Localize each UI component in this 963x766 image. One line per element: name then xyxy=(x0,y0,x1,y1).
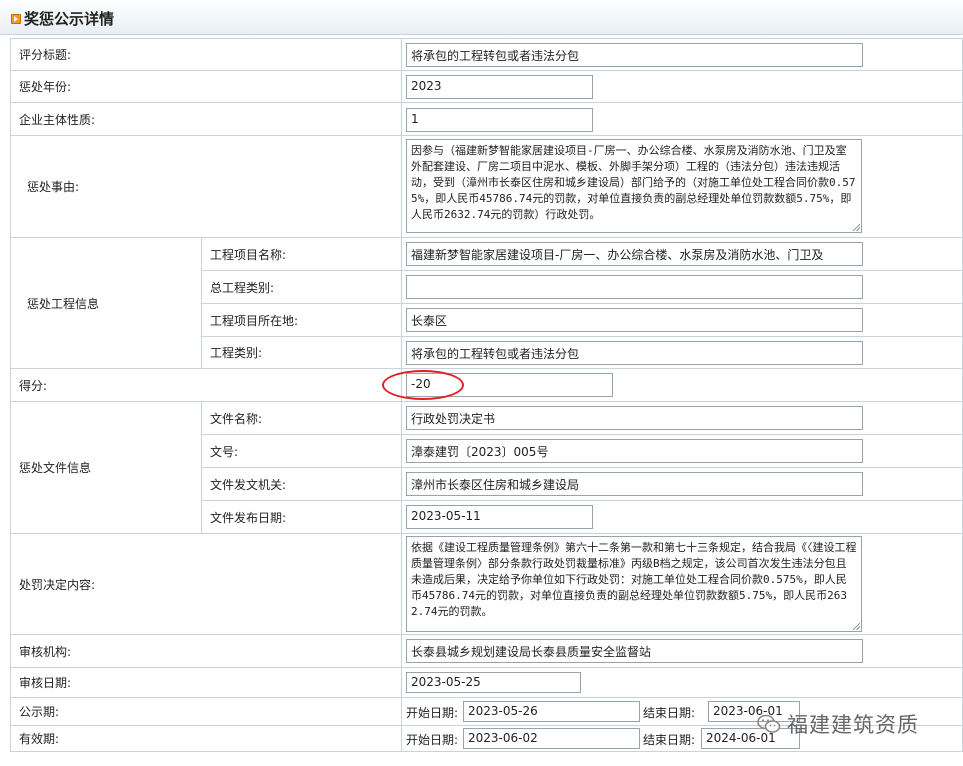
page-title: 奖惩公示详情 xyxy=(24,10,115,28)
validity-start-field[interactable]: 2023-06-02 xyxy=(463,728,640,749)
label-score-cell: 得分: xyxy=(10,368,402,402)
label-review-date-cell: 审核日期: xyxy=(10,667,402,698)
validity-end-label: 结束日期: xyxy=(643,733,696,747)
label-doc-org-cell: 文件发文机关: xyxy=(201,467,402,501)
label-doc-name-cell: 文件名称: xyxy=(201,401,402,435)
label-project-name-cell: 工程项目名称: xyxy=(201,237,402,271)
label-project-info: 惩处工程信息 xyxy=(27,296,100,311)
doc-name-field[interactable]: 行政处罚决定书 xyxy=(406,406,863,430)
type-field[interactable]: 将承包的工程转包或者违法分包 xyxy=(406,341,863,365)
score-highlight-circle xyxy=(382,370,464,400)
reason-textarea[interactable]: 因参与（福建新梦智能家居建设项目-厂房一、办公综合楼、水泵房及消防水池、门卫及室… xyxy=(406,139,862,233)
label-type-cell: 工程类别: xyxy=(201,336,402,369)
doc-org-field[interactable]: 漳州市长泰区住房和城乡建设局 xyxy=(406,472,863,496)
project-name-field[interactable]: 福建新梦智能家居建设项目-厂房一、办公综合楼、水泵房及消防水池、门卫及 xyxy=(406,242,863,266)
label-doc-name: 文件名称: xyxy=(210,411,263,426)
validity-start-label: 开始日期: xyxy=(406,733,459,747)
watermark-text: 福建建筑资质 xyxy=(787,713,919,737)
label-location: 工程项目所在地: xyxy=(210,313,299,328)
publicity-end-label: 结束日期: xyxy=(643,706,696,720)
resize-grip-icon[interactable] xyxy=(853,623,860,630)
location-field[interactable]: 长泰区 xyxy=(406,308,863,332)
label-nature: 企业主体性质: xyxy=(19,112,96,127)
watermark: 福建建筑资质 xyxy=(757,709,919,739)
label-title: 评分标题: xyxy=(19,48,72,62)
label-project-info-cell: 惩处工程信息 xyxy=(10,237,202,369)
title-field[interactable]: 将承包的工程转包或者违法分包 xyxy=(406,43,863,67)
publicity-start-label: 开始日期: xyxy=(406,706,459,720)
label-project-name: 工程项目名称: xyxy=(210,247,287,262)
label-title-cell: 评分标题: xyxy=(10,38,402,71)
resize-grip-icon[interactable] xyxy=(853,224,860,231)
wechat-logo-icon xyxy=(757,714,781,733)
label-location-cell: 工程项目所在地: xyxy=(201,303,402,337)
label-main-type-cell: 总工程类别: xyxy=(201,270,402,304)
label-score: 得分: xyxy=(19,378,48,393)
publicity-start-field[interactable]: 2023-05-26 xyxy=(463,701,640,722)
decision-text: 依据《建设工程质量管理条例》第六十二条第一款和第七十三条规定，结合我局《〈建设工… xyxy=(411,541,857,618)
panel-header: 奖惩公示详情 xyxy=(0,0,963,35)
nature-field[interactable]: 1 xyxy=(406,108,593,132)
label-validity: 有效期: xyxy=(19,732,60,746)
doc-no-field[interactable]: 漳泰建罚〔2023〕005号 xyxy=(406,439,863,463)
decision-textarea[interactable]: 依据《建设工程质量管理条例》第六十二条第一款和第七十三条规定，结合我局《〈建设工… xyxy=(406,536,862,632)
reason-text: 因参与（福建新梦智能家居建设项目-厂房一、办公综合楼、水泵房及消防水池、门卫及室… xyxy=(411,144,856,221)
label-nature-cell: 企业主体性质: xyxy=(10,102,402,136)
label-type: 工程类别: xyxy=(210,346,263,360)
label-publicity: 公示期: xyxy=(19,705,60,719)
label-year-cell: 惩处年份: xyxy=(10,70,402,103)
arrow-bullet-icon xyxy=(11,14,21,24)
label-doc-date: 文件发布日期: xyxy=(210,510,287,525)
label-review-org: 审核机构: xyxy=(19,644,72,659)
label-doc-info: 惩处文件信息 xyxy=(19,461,92,475)
label-doc-no: 文号: xyxy=(210,444,239,459)
year-field[interactable]: 2023 xyxy=(406,75,593,99)
label-review-org-cell: 审核机构: xyxy=(10,634,402,668)
label-doc-info-cell: 惩处文件信息 xyxy=(10,401,202,534)
review-org-field[interactable]: 长泰县城乡规划建设局长泰县质量安全监督站 xyxy=(406,639,863,663)
label-review-date: 审核日期: xyxy=(19,676,72,690)
label-decision: 处罚决定内容: xyxy=(19,577,96,592)
label-publicity-cell: 公示期: xyxy=(10,697,402,726)
label-doc-date-cell: 文件发布日期: xyxy=(201,500,402,534)
label-reason-cell: 惩处事由: xyxy=(10,135,402,238)
label-decision-cell: 处罚决定内容: xyxy=(10,533,402,635)
label-doc-org: 文件发文机关: xyxy=(210,477,287,492)
label-reason: 惩处事由: xyxy=(27,180,80,194)
doc-date-field[interactable]: 2023-05-11 xyxy=(406,505,593,529)
main-type-field[interactable] xyxy=(406,275,863,299)
label-main-type: 总工程类别: xyxy=(210,280,275,295)
label-year: 惩处年份: xyxy=(19,80,72,94)
label-doc-no-cell: 文号: xyxy=(201,434,402,468)
label-validity-cell: 有效期: xyxy=(10,725,402,752)
review-date-field[interactable]: 2023-05-25 xyxy=(406,672,581,693)
